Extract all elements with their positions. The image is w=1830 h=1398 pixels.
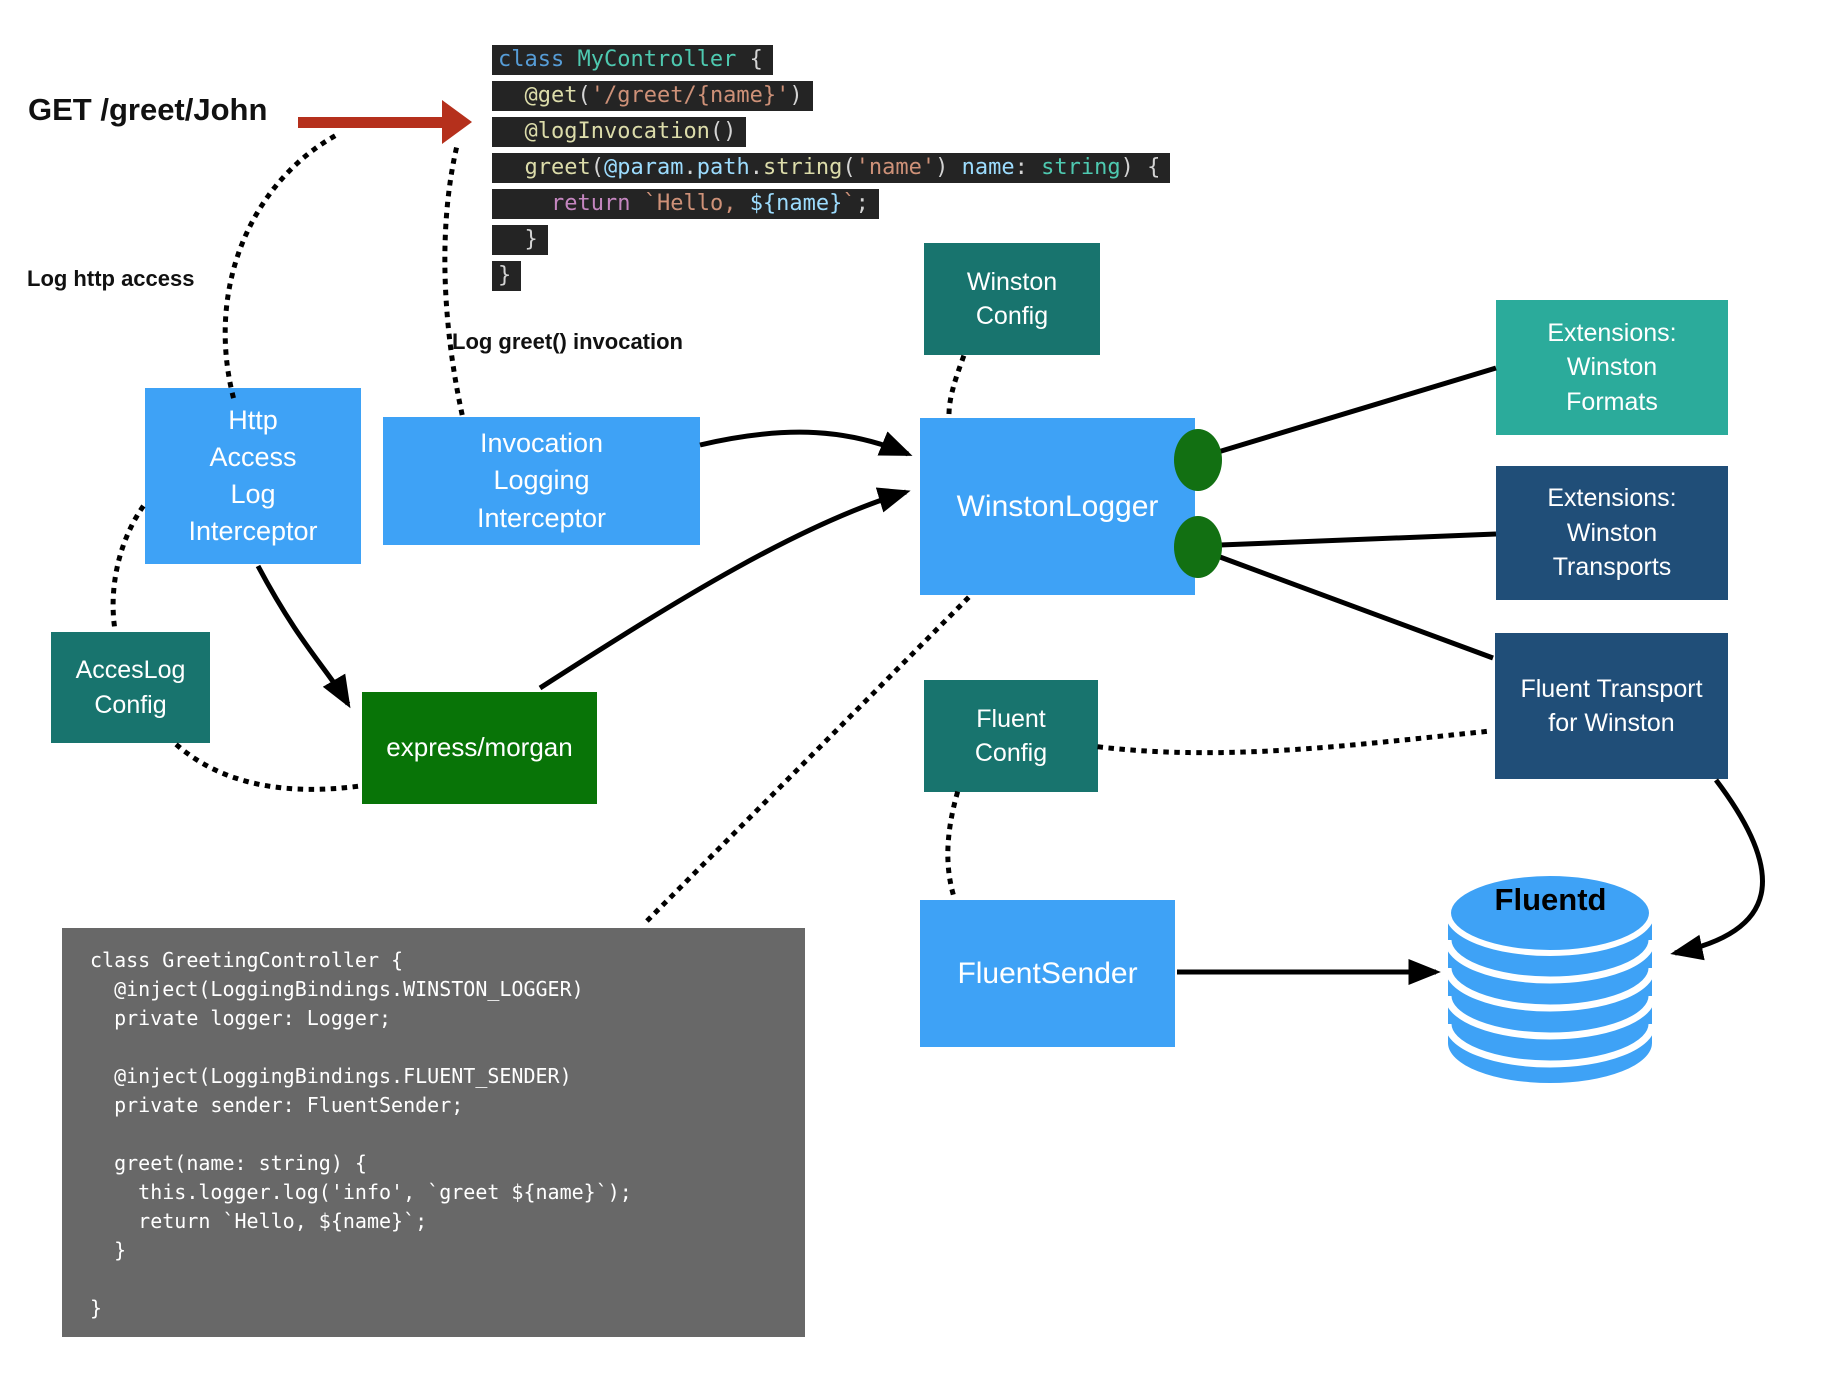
box-label: Fluent Transport xyxy=(1520,672,1702,707)
box-label: Config xyxy=(975,736,1047,771)
extensions-winston-formats-box: Extensions: Winston Formats xyxy=(1496,300,1728,435)
box-label: Log xyxy=(230,476,275,513)
request-arrow-icon xyxy=(442,100,472,144)
box-label: express/morgan xyxy=(386,730,572,766)
dotted-fluent-config-to-fluent-sender xyxy=(948,794,957,897)
line-winston-logger-to-extensions-formats xyxy=(1218,368,1496,452)
log-greet-invocation-label: Log greet() invocation xyxy=(452,329,683,355)
box-label: Transports xyxy=(1553,550,1672,585)
box-label: Interceptor xyxy=(477,500,606,537)
box-label: Logging xyxy=(493,462,589,499)
arrow-fluent-transport-to-fluentd xyxy=(1675,780,1763,953)
greeting-controller-code-block: class GreetingController { @inject(Loggi… xyxy=(62,928,805,1337)
box-label: FluentSender xyxy=(957,953,1137,994)
fluent-sender-box: FluentSender xyxy=(920,900,1175,1047)
box-label: Invocation xyxy=(480,425,603,462)
box-label: Extensions: xyxy=(1547,481,1676,516)
dotted-code-to-invocation-interceptor xyxy=(445,150,462,414)
box-label: Winston xyxy=(1567,516,1657,551)
box-label: Interceptor xyxy=(188,513,317,550)
winston-config-box: Winston Config xyxy=(924,243,1100,355)
dotted-acceslog-config-to-express-morgan xyxy=(178,746,360,789)
fluentd-label: Fluentd xyxy=(1448,882,1653,918)
invocation-logging-interceptor-box: Invocation Logging Interceptor xyxy=(383,417,700,545)
request-arrow-shaft xyxy=(298,117,446,128)
box-label: Winston xyxy=(1567,350,1657,385)
fluent-config-box: Fluent Config xyxy=(924,680,1098,792)
dotted-winston-logger-to-greeting-controller xyxy=(642,599,967,926)
dotted-request-to-http-interceptor xyxy=(225,137,333,400)
express-morgan-box: express/morgan xyxy=(362,692,597,804)
box-label: WinstonLogger xyxy=(957,486,1159,527)
box-label: AccesLog xyxy=(76,653,186,688)
extensions-winston-transports-box: Extensions: Winston Transports xyxy=(1496,466,1728,600)
dotted-fluent-config-to-fluent-transport xyxy=(1100,731,1491,753)
diagram-canvas: GET /greet/John Log http access Log gree… xyxy=(0,0,1830,1398)
line-winston-logger-to-extensions-transports xyxy=(1220,534,1496,545)
dotted-http-interceptor-to-acceslog-config xyxy=(113,508,142,630)
http-access-log-interceptor-box: Http Access Log Interceptor xyxy=(145,388,361,564)
acceslog-config-box: AccesLog Config xyxy=(51,632,210,743)
arrow-http-interceptor-to-express-morgan xyxy=(258,566,348,704)
fluent-transport-for-winston-box: Fluent Transport for Winston xyxy=(1495,633,1728,779)
get-request-label: GET /greet/John xyxy=(28,92,267,128)
dotted-winston-config-to-winston-logger xyxy=(949,358,963,415)
box-label: Access xyxy=(209,439,296,476)
box-label: Http xyxy=(228,402,278,439)
line-winston-logger-to-fluent-transport xyxy=(1220,557,1493,658)
arrow-invocation-interceptor-to-winston-logger xyxy=(700,432,908,454)
box-label: Winston xyxy=(967,265,1057,300)
winston-logger-box: WinstonLogger xyxy=(920,418,1195,595)
box-label: Config xyxy=(94,688,166,723)
box-label: Fluent xyxy=(976,702,1045,737)
box-label: for Winston xyxy=(1548,706,1674,741)
box-label: Config xyxy=(976,299,1048,334)
log-http-access-label: Log http access xyxy=(27,266,194,292)
greeting-controller-code-text: class GreetingController { @inject(Loggi… xyxy=(62,928,805,1323)
box-label: Extensions: xyxy=(1547,316,1676,351)
box-label: Formats xyxy=(1566,385,1658,420)
